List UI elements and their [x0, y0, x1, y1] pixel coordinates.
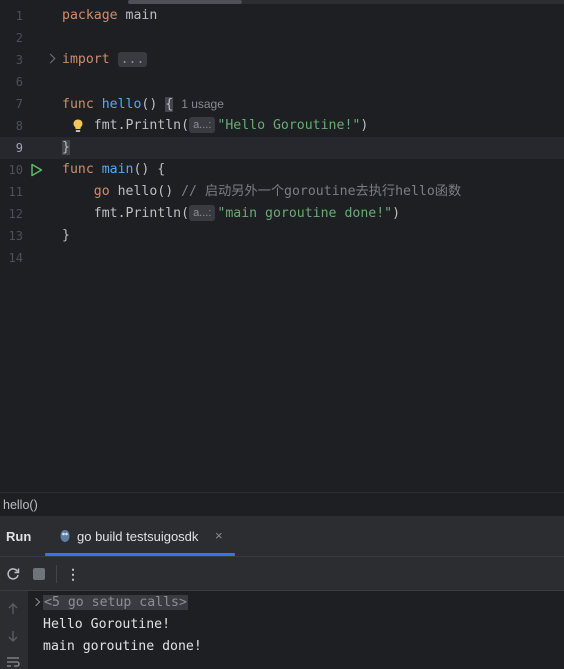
parameter-hint[interactable]: a...: [189, 117, 216, 133]
code-token: func [62, 97, 102, 112]
code-token: func [62, 162, 102, 177]
code-token: hello [101, 97, 142, 112]
code-token: // 启动另外一个goroutine去执行hello函数 [181, 184, 462, 199]
code-text: go hello() // 启动另外一个goroutine去执行hello函数 [62, 181, 461, 203]
breadcrumb[interactable]: hello() [3, 498, 38, 512]
line-number: 10 [8, 163, 23, 177]
line-number: 3 [15, 53, 23, 67]
code-token: go [62, 184, 118, 199]
code-line[interactable]: 6 [0, 71, 564, 93]
rerun-icon[interactable] [5, 566, 21, 582]
fold-chevron-icon[interactable] [45, 53, 56, 64]
code-token: "main goroutine done!" [217, 206, 393, 221]
line-number: 11 [8, 185, 23, 199]
console-output-line: Hello Goroutine! [43, 617, 171, 632]
fold-chevron-icon[interactable] [31, 597, 41, 607]
tab-label: go build testsuigosdk [77, 529, 199, 544]
code-text: package main [62, 5, 157, 27]
scroll-down-icon[interactable] [6, 629, 20, 643]
code-token: () [157, 184, 182, 199]
console-setup-calls[interactable]: <5 go setup calls> [43, 592, 188, 614]
code-token: { [165, 97, 174, 112]
code-token: () [141, 97, 166, 112]
code-token: Println [125, 118, 182, 133]
console-output[interactable]: <5 go setup calls> Hello Goroutine! main… [0, 591, 564, 669]
line-number: 7 [15, 97, 23, 111]
horizontal-scrollbar[interactable] [128, 0, 242, 4]
wrap-icon[interactable] [6, 655, 20, 669]
code-line[interactable]: 13} [0, 225, 564, 247]
code-line[interactable]: 11 go hello() // 启动另外一个goroutine去执行hello… [0, 181, 564, 203]
code-line[interactable]: 14 [0, 247, 564, 269]
run-toolbar: ⋮ [0, 557, 564, 590]
code-line[interactable]: 10 func main() { [0, 159, 564, 181]
line-number: 8 [15, 119, 23, 133]
line-number: 1 [15, 9, 23, 23]
code-token: hello [117, 184, 158, 199]
run-tool-window: Run go build testsuigosdk × ⋮ <5 go setu… [0, 516, 564, 669]
breadcrumb-bar: hello() [0, 492, 564, 517]
close-icon[interactable]: × [215, 528, 223, 543]
tab-go-build[interactable]: go build testsuigosdk × [45, 516, 235, 556]
tool-window-header: Run go build testsuigosdk × [0, 516, 564, 556]
go-file-icon [60, 530, 70, 542]
parameter-hint[interactable]: a...: [189, 205, 216, 221]
code-line[interactable]: 12 fmt.Println(a...: "main goroutine done… [0, 203, 564, 225]
line-number: 2 [15, 31, 23, 45]
line-number: 6 [15, 75, 23, 89]
console-side-toolbar [0, 591, 28, 669]
run-gutter-icon[interactable] [30, 163, 43, 177]
code-token: main [125, 8, 158, 23]
code-text: func hello() {1 usage [62, 93, 224, 116]
code-token: fmt. [62, 206, 126, 221]
tool-window-title: Run [6, 529, 32, 544]
line-number: 12 [8, 207, 23, 221]
code-token: package [62, 8, 126, 23]
code-token: Println [125, 206, 182, 221]
code-text: import ... [62, 49, 148, 71]
code-line[interactable]: 9} [0, 137, 564, 159]
editor-top-border [242, 0, 564, 4]
code-line[interactable]: 2 [0, 27, 564, 49]
code-line[interactable]: 8 fmt.Println(a...: "Hello Goroutine!") [0, 115, 564, 137]
code-token: main [101, 162, 134, 177]
code-token: "Hello Goroutine!" [217, 118, 361, 133]
code-line[interactable]: 7 func hello() {1 usage [0, 93, 564, 115]
code-token: import [62, 52, 118, 67]
scroll-up-icon[interactable] [6, 602, 20, 616]
line-number: 13 [8, 229, 23, 243]
code-editor[interactable]: 1 package main 2 3 import ... 6 7 func hello() … [0, 0, 564, 492]
stop-icon[interactable] [33, 568, 45, 580]
code-text: } [62, 137, 70, 159]
code-line[interactable]: 3 import ... [0, 49, 564, 71]
more-icon[interactable]: ⋮ [66, 564, 80, 584]
code-token: fmt. [62, 118, 126, 133]
code-token: } [62, 140, 70, 155]
code-token: } [62, 228, 70, 243]
folded-imports[interactable]: ... [117, 52, 148, 67]
line-number: 9 [15, 141, 23, 155]
console-output-line: main goroutine done! [43, 639, 202, 654]
code-text: fmt.Println(a...: "Hello Goroutine!") [62, 115, 368, 137]
code-token: () { [133, 162, 166, 177]
code-token: ) [360, 118, 369, 133]
code-token: ) [392, 206, 401, 221]
code-token: ( [181, 206, 190, 221]
line-number: 14 [8, 251, 23, 265]
code-text: fmt.Println(a...: "main goroutine done!") [62, 203, 400, 225]
code-text: } [62, 225, 70, 247]
code-text: func main() { [62, 159, 165, 181]
usage-hint[interactable]: 1 usage [181, 97, 224, 111]
code-token: ( [181, 118, 190, 133]
code-line[interactable]: 1 package main [0, 5, 564, 27]
toolbar-separator [56, 565, 57, 583]
